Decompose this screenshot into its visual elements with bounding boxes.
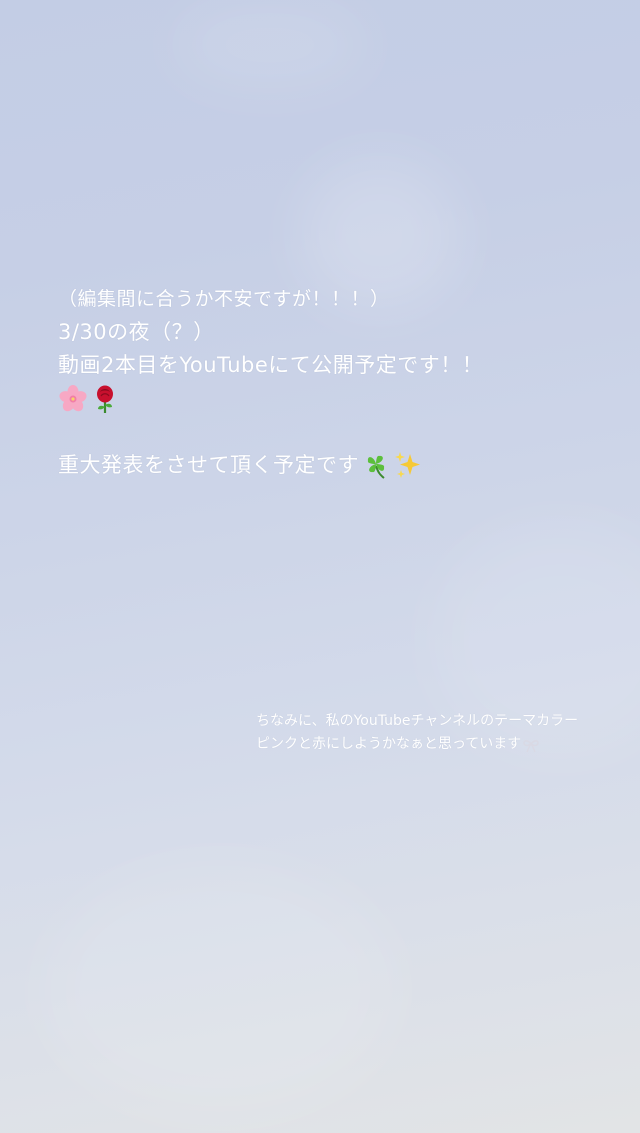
cloud-wisp [40, 860, 400, 1120]
note-line-2-row: ピンクと赤にしようかなぁと思っています [256, 733, 626, 756]
rose-icon [97, 385, 113, 413]
cherry-blossom-icon [59, 385, 87, 412]
theme-color-note: ちなみに、私のYouTubeチャンネルのテーマカラー ピンクと赤にしようかなぁと… [256, 710, 626, 756]
emoji-row [58, 382, 618, 416]
story-line-1: （編集間に合うか不安ですが！！！） [58, 288, 390, 310]
four-leaf-clover-icon [367, 455, 385, 479]
story-text-block: （編集間に合うか不安ですが！！！） 3/30の夜（？） 動画2本目をYouTub… [58, 282, 618, 482]
sky-background [0, 0, 640, 1133]
announcement-text: 重大発表をさせて頂く予定です [58, 453, 359, 477]
cloud-wisp [170, 0, 370, 90]
sparkles-icon [395, 452, 420, 478]
announcement-line: 重大発表をさせて頂く予定です [58, 448, 618, 482]
note-line-1: ちなみに、私のYouTubeチャンネルのテーマカラー [256, 713, 579, 729]
note-line-2: ピンクと赤にしようかなぁと思っています [256, 736, 522, 752]
ribbon-icon [523, 739, 540, 752]
story-line-2: 3/30の夜（？） [58, 320, 215, 344]
story-line-3: 動画2本目をYouTubeにて公開予定です！！ [58, 353, 484, 377]
